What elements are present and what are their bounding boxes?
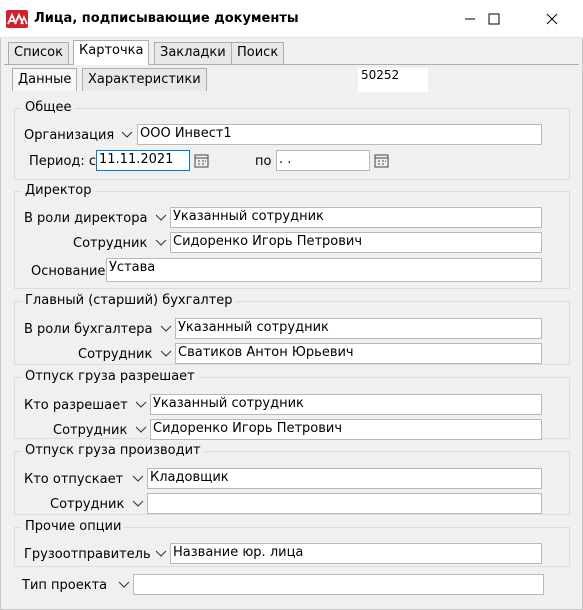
director-role-field[interactable]: Указанный сотрудник [170,207,542,228]
period-to-label: по [255,154,272,169]
permit-employee-dropdown[interactable] [133,423,149,437]
group-accountant-legend: Главный (старший) бухгалтер [22,293,236,308]
exec-who-label: Кто отпускает [24,472,124,487]
group-director-legend: Директор [22,183,95,198]
exec-employee-dropdown[interactable] [130,497,146,511]
director-employee-field[interactable]: Сидоренко Игорь Петрович [170,232,542,253]
director-basis-field[interactable]: Устава [106,258,542,282]
calendar-icon [194,154,209,168]
accountant-employee-label: Сотрудник [78,347,153,362]
chevron-down-icon [155,550,167,557]
permit-employee-label: Сотрудник [53,423,128,438]
group-release-exec-legend: Отпуск груза производит [22,443,204,458]
director-basis-label: Основание [31,264,106,279]
period-from-field[interactable]: 11.11.2021 [96,150,190,171]
chevron-down-icon [155,239,167,246]
director-role-label: В роли директора [24,211,148,226]
exec-who-dropdown[interactable] [130,472,146,486]
chevron-down-icon [121,131,133,138]
period-from-label: Период: с [29,154,97,169]
period-to-field[interactable]: . . [276,150,370,171]
accountant-employee-dropdown[interactable] [158,347,174,361]
chevron-down-icon [135,401,147,408]
subtab-data[interactable]: Данные [12,68,78,91]
accountant-role-label: В роли бухгалтера [24,322,153,337]
period-to-calendar[interactable] [374,153,390,169]
accountant-role-field[interactable]: Указанный сотрудник [175,318,542,339]
org-field[interactable]: ООО Инвест1 [137,124,542,145]
tab-search[interactable]: Поиск [231,42,285,64]
tab-bookmarks[interactable]: Закладки [154,42,232,64]
close-button[interactable] [529,0,575,38]
shipper-field[interactable]: Название юр. лица [170,543,542,564]
permit-who-field[interactable]: Указанный сотрудник [150,394,542,415]
chevron-down-icon [155,214,167,221]
chevron-down-icon [118,581,130,588]
group-release-permit-legend: Отпуск груза разрешает [22,369,198,384]
exec-employee-field[interactable] [147,493,542,514]
window-title: Лица, подписывающие документы [34,11,299,26]
shipper-label: Грузоотправитель [24,547,151,562]
project-type-field[interactable] [133,574,544,595]
calendar-icon [374,154,389,168]
chevron-down-icon [132,500,144,507]
director-role-dropdown[interactable] [153,211,169,225]
project-type-label: Тип проекта [22,578,108,593]
period-from-calendar[interactable] [194,153,210,169]
tab-list[interactable]: Список [8,42,69,64]
exec-who-field[interactable]: Кладовщик [147,468,542,489]
project-type-dropdown[interactable] [116,578,132,592]
maximize-icon [488,13,500,25]
permit-employee-field[interactable]: Сидоренко Игорь Петрович [150,419,542,440]
org-dropdown[interactable] [119,128,135,142]
chevron-down-icon [135,426,147,433]
shipper-dropdown[interactable] [153,547,169,561]
subtab-characteristics[interactable]: Характеристики [82,68,207,91]
chevron-down-icon [160,350,172,357]
close-icon [546,13,558,25]
app-logo-icon[interactable] [6,10,28,28]
permit-who-label: Кто разрешает [24,398,128,413]
tab-card[interactable]: Карточка [73,40,150,65]
accountant-employee-field[interactable]: Сватиков Антон Юрьевич [175,343,542,364]
org-label: Организация [24,128,115,143]
record-id: 50252 [358,68,428,92]
group-general-legend: Общее [22,100,75,115]
maximize-button[interactable] [471,0,517,38]
accountant-role-dropdown[interactable] [158,322,174,336]
chevron-down-icon [160,325,172,332]
director-employee-label: Сотрудник [73,236,148,251]
permit-who-dropdown[interactable] [133,398,149,412]
chevron-down-icon [132,475,144,482]
group-other-legend: Прочие опции [22,519,125,534]
exec-employee-label: Сотрудник [50,497,125,512]
director-employee-dropdown[interactable] [153,236,169,250]
